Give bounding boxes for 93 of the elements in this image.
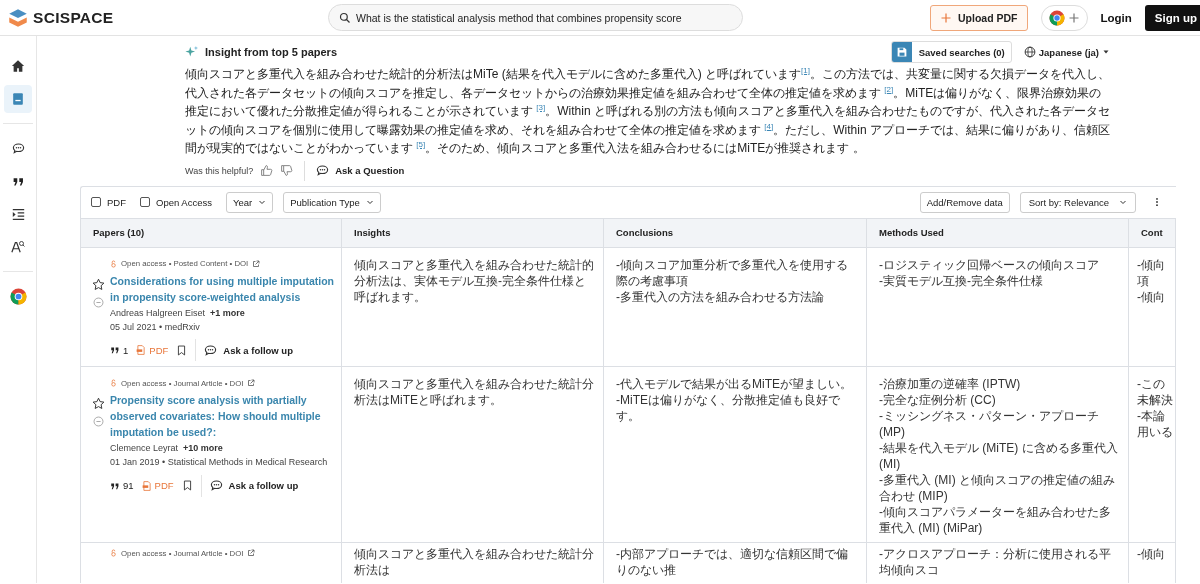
star-icon[interactable] [92,277,105,291]
table-cell: -代入モデルで結果が出るMiTEが望ましい。 -MiTEは偏りがなく、分散推定値も良好です。 [604,367,867,543]
thumbs-up-button[interactable] [260,164,274,177]
checkbox[interactable] [91,197,101,207]
table-cell: -傾向 項 -傾向 [1129,247,1176,367]
sparkle-icon [185,45,199,59]
pdf-icon [136,344,147,356]
citation-count: 91 [123,480,134,491]
language-dropdown[interactable]: Japanese (ja) [1023,46,1110,58]
filter-dropdown[interactable]: Publication Type [283,191,381,213]
list-icon [11,207,25,221]
sort-dropdown[interactable]: Sort by: Relevance [1019,191,1136,213]
author-name: Andreas Halgreen Eiset [110,307,206,318]
pdf-icon [141,479,152,492]
citation-link[interactable]: [4] [764,121,774,131]
thumbs-down-button[interactable] [280,164,294,177]
column-header: Conclusions [604,217,867,248]
open-access-icon [110,548,117,558]
add-remove-data-button[interactable]: Add/Remove data [919,191,1010,213]
column-header: Papers (10) [81,217,342,248]
publication-date: 01 Jan 2019 • Statistical Methods in Medical Research [110,456,329,469]
star-icon[interactable] [92,397,105,410]
chat-icon [316,164,330,177]
signup-button[interactable]: Sign up [1144,4,1200,31]
chat-icon [209,479,223,492]
external-link-icon [247,549,256,557]
checkbox[interactable] [140,197,150,207]
chrome-icon [1048,9,1065,26]
thumbs-down-icon [280,164,294,177]
paper-title-link[interactable]: Propensity score analysis with partially observed covariates: How should multiple imputation be used?: [110,392,335,440]
table-cell: -傾向 [1129,543,1176,583]
plus-icon [940,11,953,24]
thumbs-up-icon [260,164,274,177]
chrome-icon [9,287,27,305]
paper-title-link[interactable]: Considerations for using multiple imputation in propensity score-weighted analysis [110,272,335,305]
bookmark-icon[interactable] [181,479,193,492]
table-cell: -内部アプローチでは、適切な信頼区間で偏りのない推 [604,543,867,583]
table-cell: -アクロスアプローチ：分析に使用される平均傾向スコ [867,543,1129,583]
bookmark-icon[interactable] [176,343,188,357]
ask-question-button[interactable]: Ask a Question [316,164,405,177]
follow-up-button[interactable]: Ask a follow up [195,339,293,361]
search-icon [339,11,351,24]
search-field[interactable]: What is the statistical analysis method that combines propensity score [356,11,732,24]
table-cell: 傾向スコアと多重代入を組み合わせた統計分析法は [342,543,604,583]
checkbox-label: Open Access [156,196,212,208]
citation-count: 1 [123,344,129,356]
column-header: Methods Used [867,217,1129,248]
checkbox-label: PDF [107,196,126,208]
table-cell: 傾向スコアと多重代入を組み合わせた統計分析法はMiTEと呼ばれます。 [342,367,604,543]
caret-icon [258,198,267,206]
login-link[interactable]: Login [1100,11,1132,24]
logo-icon [8,7,28,28]
brand-name: SCISPACE [33,8,114,27]
chat-icon [11,141,25,155]
chat-icon [204,343,218,357]
book-icon [11,92,25,106]
filter-dropdown[interactable]: Year [226,191,274,213]
column-header: Cont [1129,217,1176,248]
helpful-label: Was this helpful? [185,165,254,176]
external-link-icon [247,379,256,387]
plus-icon [1067,11,1080,24]
extension-button[interactable] [1040,4,1088,31]
insight-title: Insight from top 5 papers [205,46,337,58]
table-cell: -この 未解決 -本論 用いる [1129,367,1176,543]
upload-button[interactable]: Upload PDF [930,4,1028,31]
caret-icon [365,198,374,206]
quote-icon [110,345,120,355]
table-cell: -治療加重の逆確率 (IPTW) -完全な症例分析 (CC) -ミッシングネス・パターン・アプローチ (MP) -結果を代入モデル (MiTE) に含める多重代入 (MI) -多重代入 (MI) と傾向スコアの推定値の組み合わせ (MIP) -傾向スコアパラメーターを組み合わせた多重代入 (MI) (MiPar) [867,367,1129,543]
more-authors-link[interactable]: +10 more [183,443,223,453]
saved-searches-button[interactable]: Saved searches (0) [890,41,1012,63]
table-cell: -ロジスティック回帰ベースの傾向スコア -実質モデル互換-完全条件仕様 [867,247,1129,367]
caret-icon [1102,48,1110,56]
citation-link[interactable]: [3] [536,103,546,112]
insight-paragraph: 傾向スコアと多重代入を組み合わせた統計的分析法はMiTe (結果を代入モデルに含めた多重代入) と呼ばれています$^{[1]}$。この方法では、共変量に関する欠損データを代入し、代入された各データセットの傾向スコアを推定し、各データセットからの治療効果推定値を組み合わせて全体の推定値を求めます $^{[2]}$。MiTEは偏りがなく、限界治療効果の推定において優れた分散推定値が得られることが示されています $^{[3]}$。Within と呼ばれる別の方法も傾向スコアと多重代入を組み合わせたものですが、代入された各データセットの傾向スコアを個別に使用して曝露効果の推定値を求め、それを組み合わせて全体の推定値を求めます $^{[4]}$。ただし、Within アプローチでは、結果に偏りがあり、信頼区間が現実的ではないことがわかっています $^{[5]}$。そのため、傾向スコアと多重代入法を組み合わせるにはMiTEが推奨されます 。 [185,65,1110,157]
external-link-icon [252,259,261,268]
citation-link[interactable]: [2] [884,84,894,94]
letter-icon [11,240,25,254]
publication-date: 05 Jul 2021 • medRxiv [110,320,201,334]
follow-up-button[interactable]: Ask a follow up [200,474,299,497]
globe-icon [1023,46,1036,58]
column-header: Insights [342,217,604,248]
author-name: Clemence Leyrat [110,443,179,453]
open-access-icon [110,378,117,388]
home-icon [11,59,25,73]
citation-link[interactable]: [1] [801,66,810,75]
citation-link[interactable]: [5] [416,140,426,149]
open-access-icon [110,258,117,269]
search-bar[interactable]: What is the statistical analysis method that combines propensity score [328,4,743,31]
table-cell: -傾向スコア加重分析で多重代入を使用する際の考慮事項 -多重代入の方法を組み合わせる方法論 [604,247,867,367]
more-authors-link[interactable]: +1 more [210,307,245,318]
save-icon [896,47,907,57]
table-cell: 傾向スコアと多重代入を組み合わせた統計的分析法は、実体モデル互換-完全条件仕様と呼ばれます。 [342,247,604,367]
caret-icon [1119,198,1127,206]
